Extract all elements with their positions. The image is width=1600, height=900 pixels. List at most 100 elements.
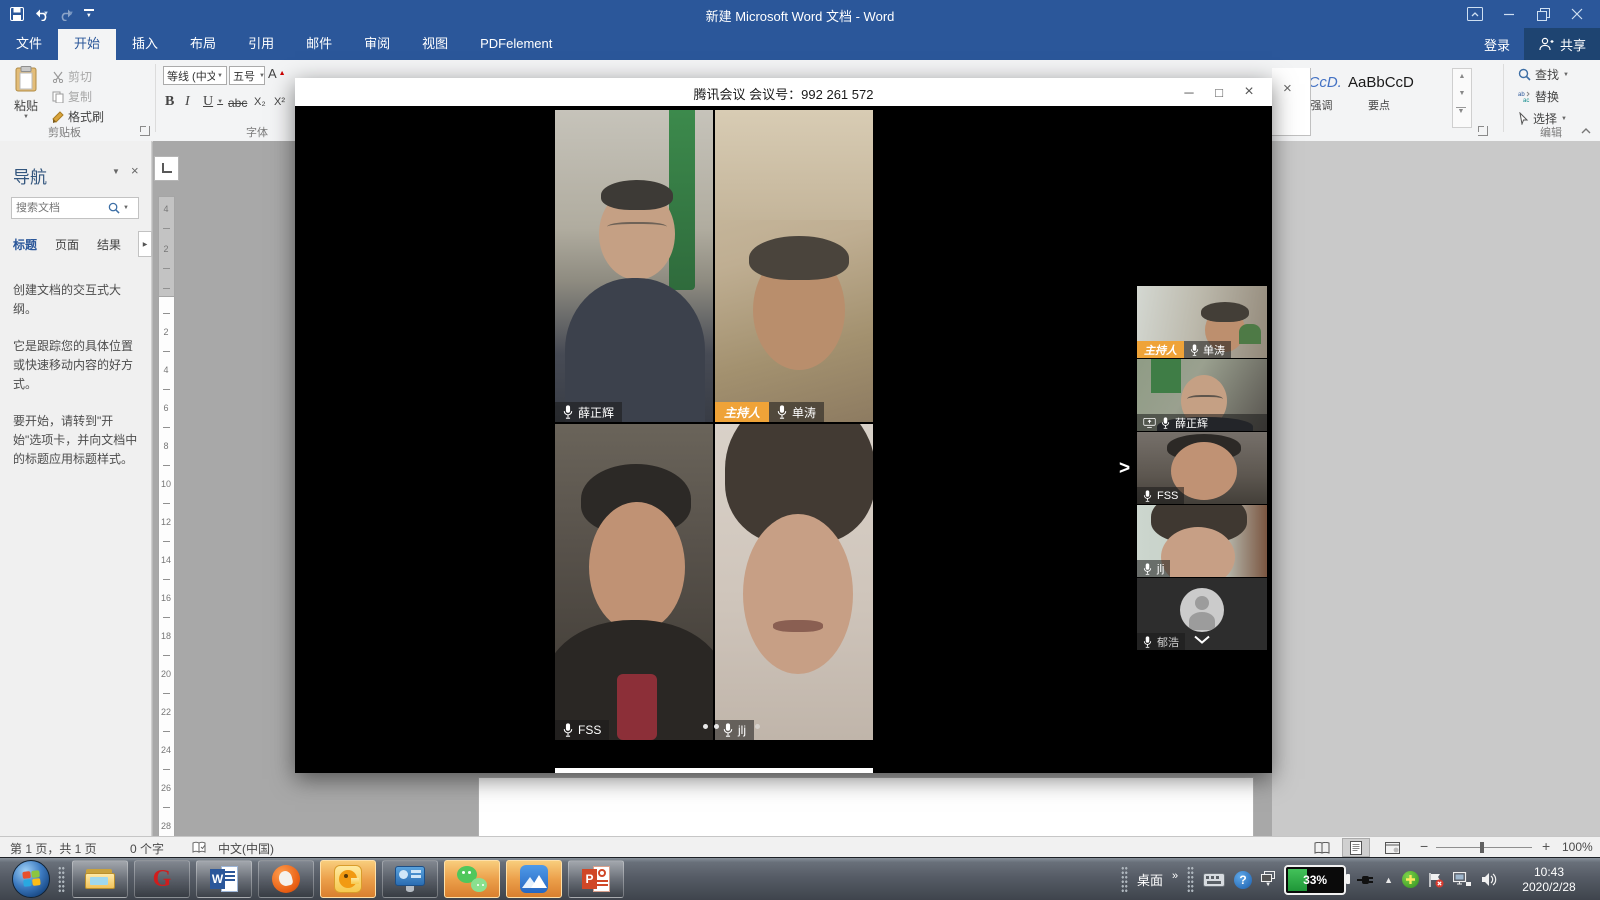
collapse-ribbon-button[interactable]: [1580, 122, 1592, 140]
underline-button[interactable]: U▼: [203, 94, 223, 110]
style-list-paragraph[interactable]: AaBbCcD 要点: [1348, 74, 1410, 113]
zoom-slider[interactable]: [1436, 847, 1532, 848]
word-minimize-button[interactable]: [1492, 0, 1526, 28]
subscript-button[interactable]: X₂: [254, 96, 266, 108]
video-tile-shantao[interactable]: 主持人 单涛: [715, 110, 873, 422]
search-input[interactable]: [12, 202, 106, 214]
show-hidden-icons-button[interactable]: ▲: [1384, 875, 1393, 885]
font-name-select[interactable]: 等线 (中文正文▼: [163, 66, 227, 85]
zoom-out-button[interactable]: −: [1420, 838, 1428, 854]
nav-tab-headings[interactable]: 标题: [13, 236, 37, 253]
sidebar-tile-yuhao[interactable]: 郁浩: [1137, 578, 1267, 650]
video-tile-fss[interactable]: FSS: [555, 424, 713, 740]
print-layout-button[interactable]: [1342, 838, 1370, 857]
tab-home[interactable]: 开始: [58, 29, 116, 60]
word-restore-button[interactable]: [1526, 0, 1560, 28]
proofing-icon[interactable]: [192, 841, 206, 857]
superscript-button[interactable]: X²: [274, 96, 285, 108]
italic-button[interactable]: I: [185, 94, 190, 110]
volume-icon[interactable]: [1481, 872, 1497, 887]
taskbar-app-yellow-meeting[interactable]: [320, 860, 376, 898]
meeting-close-button[interactable]: ×: [1234, 78, 1264, 106]
nav-pane-close-icon[interactable]: ×: [131, 163, 139, 178]
window-switcher-icon[interactable]: ▼: [1261, 871, 1275, 888]
sidebar-tile-shantao[interactable]: 主持人 单涛: [1137, 286, 1267, 358]
tab-layout[interactable]: 布局: [174, 29, 232, 60]
document-page[interactable]: [478, 777, 1254, 836]
nav-tab-pages[interactable]: 页面: [55, 236, 79, 253]
input-method-keyboard-icon[interactable]: [1203, 873, 1225, 887]
zoom-slider-thumb[interactable]: [1480, 842, 1484, 853]
zoom-in-button[interactable]: +: [1542, 838, 1550, 854]
taskbar-app-display-settings[interactable]: [382, 860, 438, 898]
replace-button[interactable]: abac 替换: [1518, 88, 1559, 105]
strikethrough-button[interactable]: abc: [228, 96, 247, 110]
sidebar-tile-fss[interactable]: FSS: [1137, 432, 1267, 504]
tab-review[interactable]: 审阅: [348, 29, 406, 60]
taskbar-app-wechat[interactable]: [444, 860, 500, 898]
page-count[interactable]: 第 1 页，共 1 页: [10, 840, 97, 857]
styles-gallery-scroll[interactable]: ▲ ▼ ▼: [1452, 68, 1472, 128]
bold-button[interactable]: B: [165, 94, 174, 110]
language-status[interactable]: 中文(中国): [218, 840, 274, 857]
paste-button[interactable]: 粘贴 ▼: [8, 64, 44, 128]
tab-view[interactable]: 视图: [406, 29, 464, 60]
find-button[interactable]: 查找▼: [1518, 66, 1569, 83]
taskbar-app-orange-browser[interactable]: [258, 860, 314, 898]
taskbar-app-powerpoint[interactable]: P: [568, 860, 624, 898]
tab-pdfelement[interactable]: PDFelement: [464, 29, 568, 60]
toolbar-overflow-icon[interactable]: »: [1172, 870, 1178, 882]
toolbar-handle[interactable]: [1187, 866, 1194, 893]
font-size-select[interactable]: 五号▼: [229, 66, 265, 85]
meeting-minimize-button[interactable]: ─: [1174, 78, 1204, 106]
desktop-toolbar-label[interactable]: 桌面: [1137, 870, 1163, 889]
close-icon[interactable]: ×: [1283, 80, 1292, 97]
grow-font-button[interactable]: A▲: [268, 66, 286, 81]
word-count[interactable]: 0 个字: [130, 840, 164, 857]
nav-tabs-overflow-button[interactable]: ▶: [138, 231, 152, 257]
antivirus-icon[interactable]: [1402, 871, 1419, 888]
start-button[interactable]: [12, 860, 50, 898]
ruler-tick: [163, 268, 170, 269]
help-icon[interactable]: ?: [1234, 871, 1252, 889]
video-tile-xuezhenghui[interactable]: 薛正辉: [555, 110, 713, 422]
meeting-title-bar[interactable]: 腾讯会议 会议号：992 261 572 ─ □ ×: [295, 78, 1272, 106]
sidebar-tile-jlj[interactable]: jlj: [1137, 505, 1267, 577]
sidebar-tile-xuezhenghui[interactable]: 薛正辉: [1137, 359, 1267, 431]
taskbar-app-file-explorer[interactable]: [72, 860, 128, 898]
ribbon-display-options-button[interactable]: [1458, 0, 1492, 28]
toolbar-handle[interactable]: [1121, 866, 1128, 893]
zoom-percent[interactable]: 100%: [1562, 840, 1593, 854]
share-button[interactable]: 共享: [1524, 28, 1600, 60]
battery-indicator[interactable]: 33%: [1284, 865, 1346, 895]
format-painter-button[interactable]: 格式刷: [52, 108, 104, 125]
word-title-bar: ▼ ▼ ▼ 新建 Microsoft Word 文档 - Word: [0, 0, 1600, 28]
taskbar-app-blue-mountain[interactable]: [506, 860, 562, 898]
meeting-maximize-button[interactable]: □: [1204, 78, 1234, 106]
search-icon[interactable]: [108, 202, 120, 214]
styles-dialog-launcher[interactable]: [1478, 126, 1488, 136]
action-center-flag-icon[interactable]: [1428, 872, 1444, 888]
search-document-box[interactable]: ▼: [11, 197, 139, 219]
read-mode-button[interactable]: [1308, 838, 1336, 857]
collapse-sidebar-icon[interactable]: [1193, 631, 1211, 649]
taskbar-app-red-g[interactable]: G: [134, 860, 190, 898]
taskbar-app-word[interactable]: W: [196, 860, 252, 898]
tab-mailings[interactable]: 邮件: [290, 29, 348, 60]
svg-text:ac: ac: [1523, 98, 1529, 103]
sign-in-button[interactable]: 登录: [1470, 35, 1524, 54]
tab-insert[interactable]: 插入: [116, 29, 174, 60]
nav-pane-dropdown-icon[interactable]: ▼: [112, 167, 120, 176]
taskbar-clock[interactable]: 10:43 2020/2/28: [1506, 865, 1592, 895]
tab-file[interactable]: 文件: [0, 29, 58, 60]
quick-launch-handle[interactable]: [58, 866, 65, 893]
sidebar-expand-icon[interactable]: >: [1119, 458, 1130, 480]
clipboard-dialog-launcher[interactable]: [140, 126, 150, 136]
nav-tab-results[interactable]: 结果: [97, 236, 121, 253]
search-dropdown-icon[interactable]: ▼: [123, 205, 129, 211]
network-icon[interactable]: [1453, 872, 1472, 887]
web-layout-button[interactable]: [1378, 838, 1406, 857]
video-tile-jlj[interactable]: jlj: [715, 424, 873, 740]
word-close-button[interactable]: [1560, 0, 1594, 28]
tab-references[interactable]: 引用: [232, 29, 290, 60]
